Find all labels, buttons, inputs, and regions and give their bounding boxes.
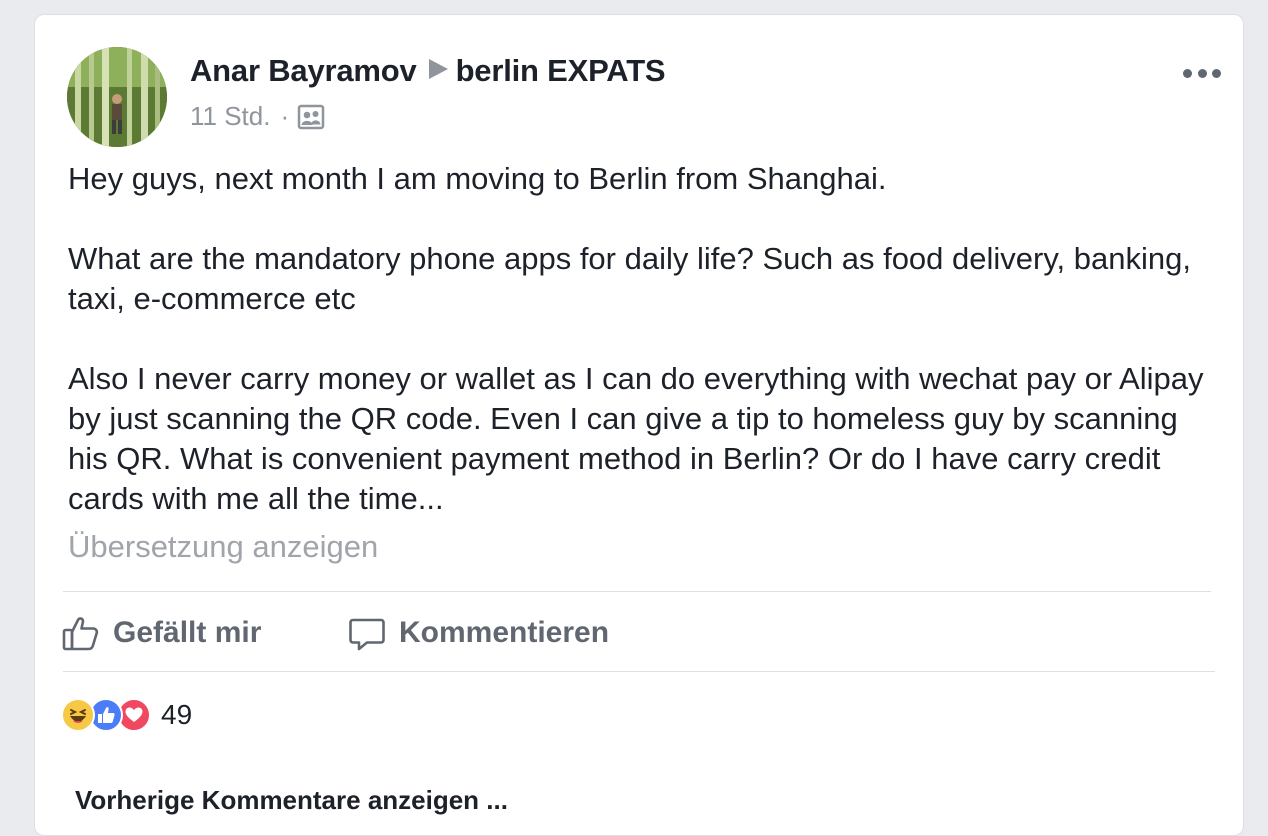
post-card: Anar Bayramov berlin EXPATS 11 Std. · Hey… (34, 14, 1244, 836)
author-name[interactable]: Anar Bayramov (190, 53, 417, 88)
group-audience-icon[interactable] (297, 103, 325, 131)
reaction-count: 49 (161, 699, 193, 730)
post-paragraph-2: What are the mandatory phone apps for da… (68, 241, 1191, 316)
divider-top (63, 591, 1211, 592)
like-label: Gefällt mir (113, 616, 262, 649)
comment-label: Kommentieren (399, 616, 610, 649)
author-avatar[interactable] (67, 47, 167, 147)
post-paragraph-3: Also I never carry money or wallet as I … (68, 361, 1204, 516)
avatar-photo (67, 47, 167, 147)
comment-bubble-icon (349, 618, 385, 651)
post-meta: 11 Std. · (190, 101, 325, 132)
thumbs-up-icon (62, 617, 99, 651)
haha-reaction-icon (61, 698, 95, 732)
post-paragraph-1: Hey guys, next month I am moving to Berl… (68, 161, 887, 196)
view-previous-comments[interactable]: Vorherige Kommentare anzeigen ... (75, 785, 508, 816)
post-timestamp[interactable]: 11 Std. (190, 101, 270, 132)
meta-separator: · (280, 101, 290, 131)
reactions-summary[interactable]: 49 (61, 698, 192, 732)
like-button[interactable]: Gefällt mir (61, 611, 261, 655)
more-dot (1212, 68, 1221, 78)
post-text: Hey guys, next month I am moving to Berl… (68, 159, 1218, 519)
divider-bottom (63, 671, 1215, 672)
more-dot (1197, 68, 1207, 78)
comment-button[interactable]: Kommentieren (347, 611, 609, 655)
group-name[interactable]: berlin EXPATS (456, 53, 666, 88)
triangle-right-icon (428, 59, 448, 79)
post-header-title: Anar Bayramov berlin EXPATS (190, 53, 666, 89)
translate-link[interactable]: Übersetzung anzeigen (68, 529, 378, 565)
more-dot (1183, 68, 1192, 78)
more-options-icon[interactable] (1183, 63, 1221, 83)
